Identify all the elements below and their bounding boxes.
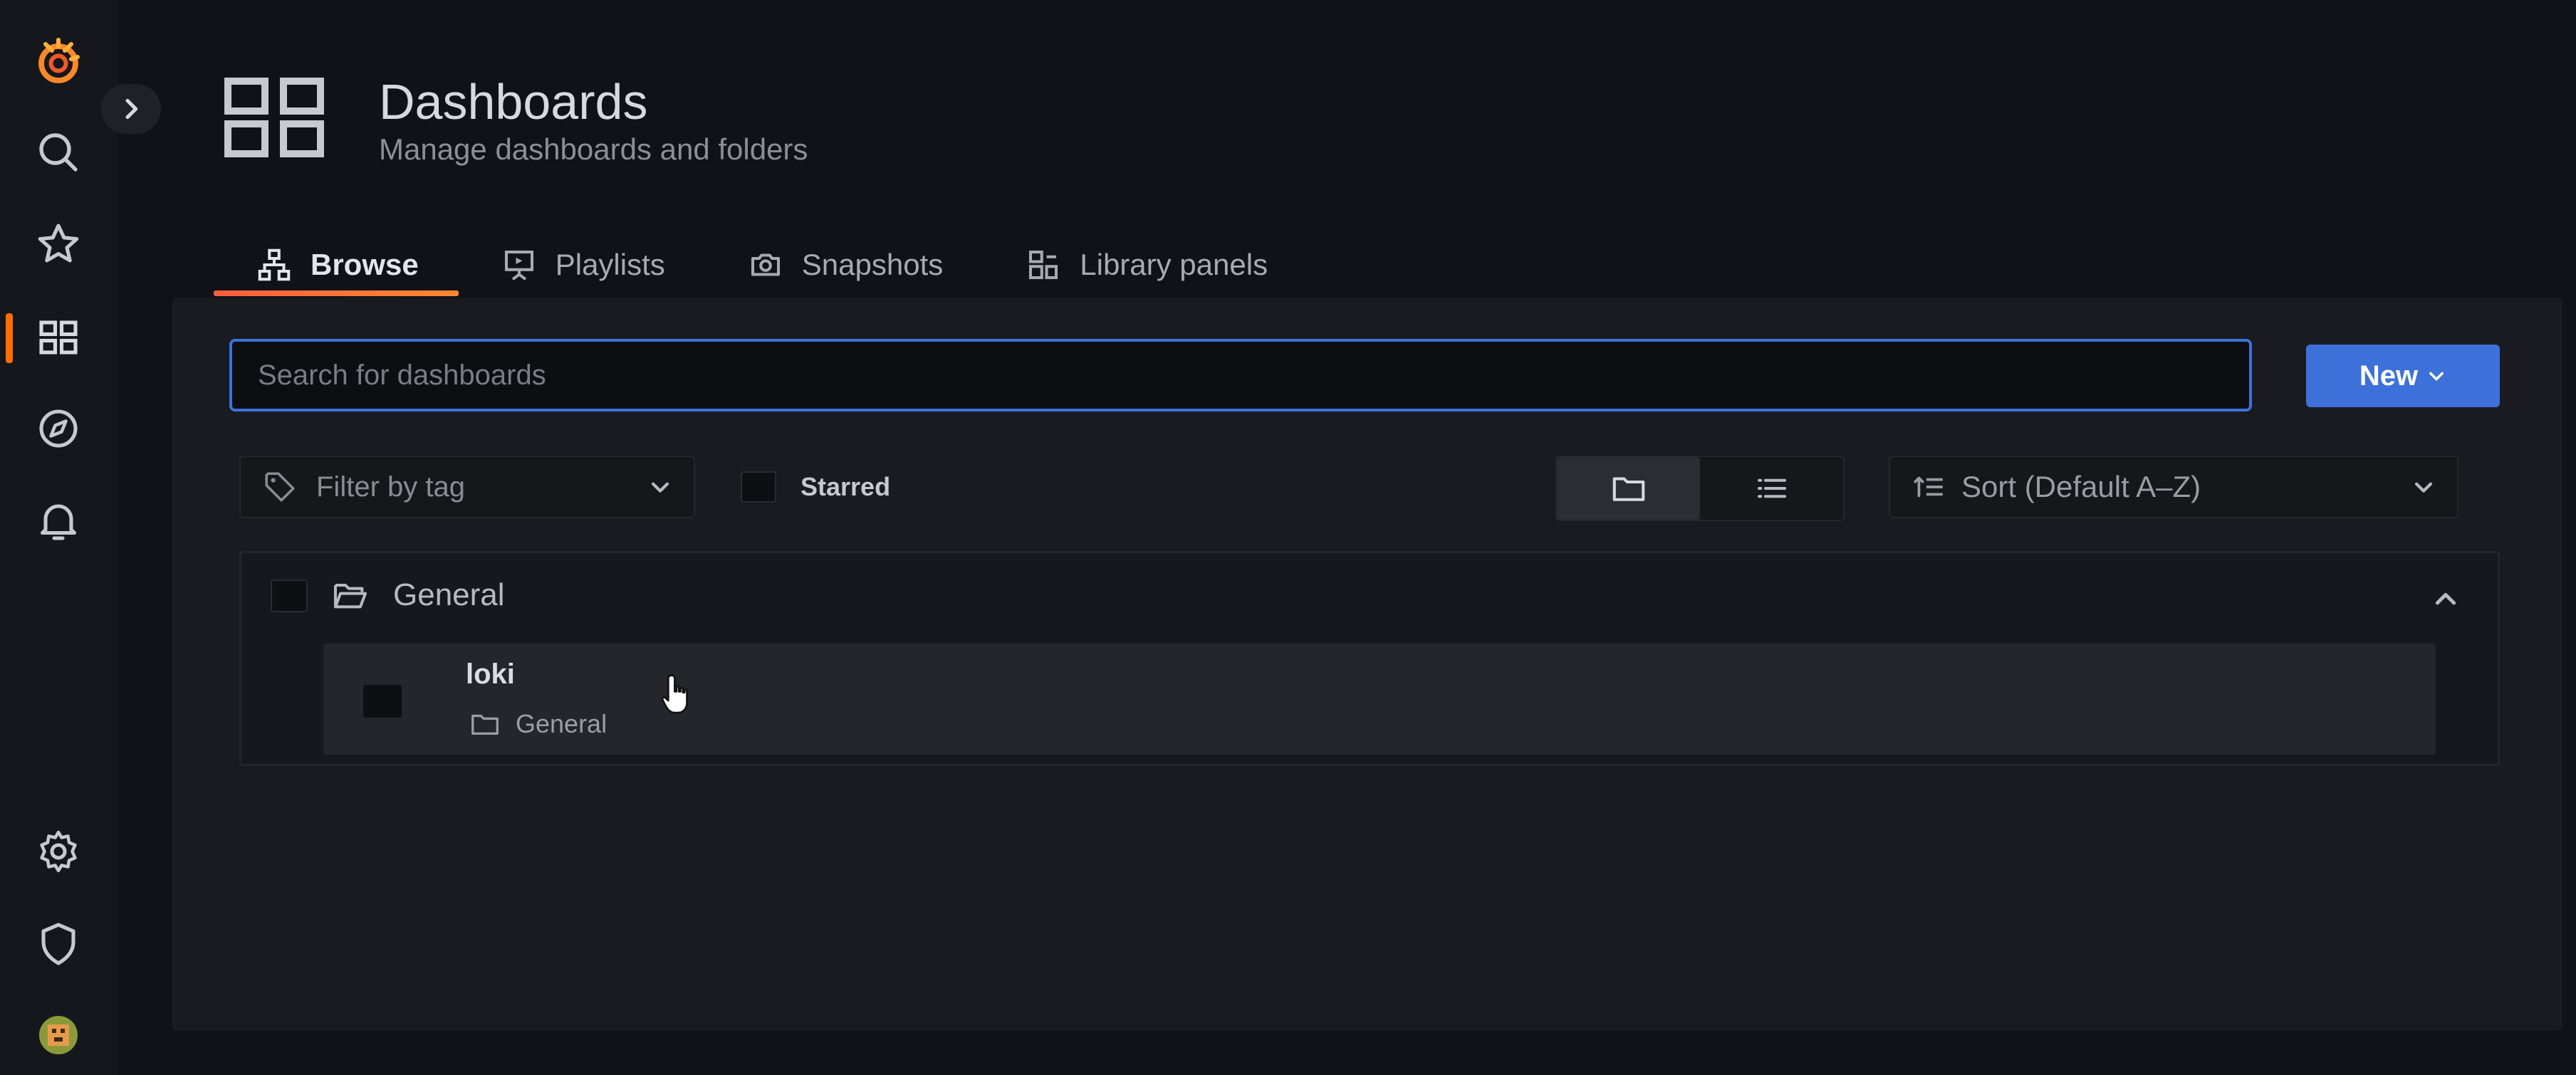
grafana-logo-icon[interactable] [28, 31, 88, 91]
starred-label: Starred [801, 472, 891, 501]
tab-playlists-label: Playlists [555, 248, 665, 281]
tab-browse[interactable]: Browse [214, 235, 459, 296]
library-panels-icon [1029, 250, 1058, 280]
dashboards-page-icon [224, 78, 324, 157]
user-avatar-icon[interactable] [28, 1005, 88, 1065]
tag-icon [265, 472, 295, 502]
camera-icon [751, 253, 780, 276]
list-view-button[interactable] [1700, 457, 1843, 520]
tab-library-panels-label: Library panels [1080, 248, 1268, 281]
active-indicator [6, 313, 13, 363]
tag-filter-placeholder: Filter by tag [316, 471, 465, 503]
folder-icon [1612, 477, 1644, 501]
chevron-down-icon [651, 482, 669, 493]
dashboard-folder-name: General [516, 709, 608, 738]
new-button-label: New [2359, 360, 2419, 392]
dashboards-grid-icon[interactable] [28, 308, 88, 367]
tab-library-panels[interactable]: Library panels [983, 235, 1308, 295]
sitemap-icon [258, 248, 291, 281]
sidebar-expand-button[interactable] [101, 84, 161, 134]
dashboard-name[interactable]: loki [466, 655, 515, 693]
sort-select[interactable]: Sort (Default A–Z) [1889, 456, 2458, 518]
sidebar [0, 0, 118, 1075]
starred-checkbox[interactable] [741, 471, 776, 503]
chevron-up-icon[interactable] [2431, 585, 2460, 614]
dashboard-checkbox[interactable] [363, 685, 402, 718]
chevron-right-icon [125, 98, 138, 120]
sort-order-icon [1914, 476, 1943, 498]
tag-filter-select[interactable]: Filter by tag [239, 456, 695, 518]
bell-alerting-icon[interactable] [28, 491, 88, 551]
folder-title[interactable]: General [393, 575, 505, 615]
page-subtitle: Manage dashboards and folders [379, 132, 808, 166]
chevron-down-icon [2414, 482, 2433, 493]
folder-checkbox[interactable] [271, 580, 308, 612]
search-icon[interactable] [28, 122, 88, 182]
folder-view-button[interactable] [1557, 457, 1700, 520]
folder-icon [471, 714, 499, 735]
chevron-down-icon [2429, 372, 2444, 381]
shield-admin-icon[interactable] [28, 914, 88, 974]
page-title: Dashboards [379, 74, 648, 130]
tab-snapshots-label: Snapshots [801, 248, 944, 281]
hand-cursor-icon [661, 674, 688, 714]
new-button[interactable]: New [2306, 345, 2500, 407]
gear-configuration-icon[interactable] [28, 822, 88, 881]
tab-browse-label: Browse [311, 248, 419, 281]
list-icon [1757, 478, 1786, 498]
search-input[interactable] [229, 339, 2252, 411]
folder-open-icon [334, 584, 367, 609]
sort-label: Sort (Default A–Z) [1961, 470, 2201, 503]
view-mode-toggle [1555, 456, 1845, 521]
tab-snapshots[interactable]: Snapshots [705, 235, 983, 295]
compass-explore-icon[interactable] [28, 399, 88, 458]
tab-playlists[interactable]: Playlists [459, 235, 705, 295]
star-icon[interactable] [28, 215, 88, 275]
tab-bar: Browse Playlists Snapshots Library panel… [214, 235, 1308, 296]
presentation-icon [504, 250, 533, 280]
dashboard-row[interactable] [323, 644, 2436, 755]
